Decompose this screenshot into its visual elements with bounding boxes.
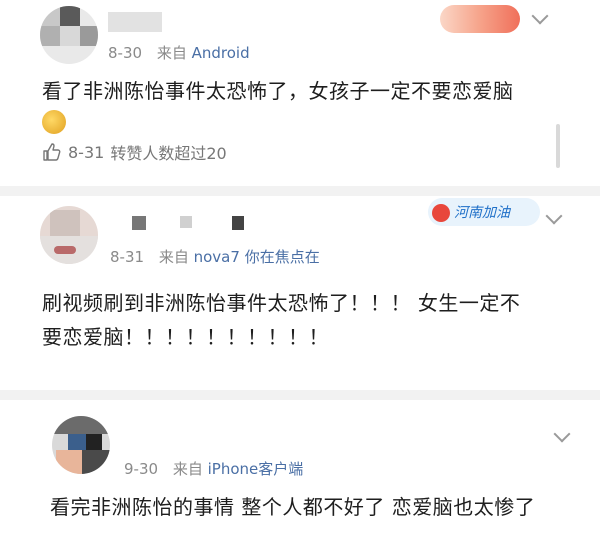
comment-date: 8-31 [110, 248, 145, 266]
username-blurred[interactable] [108, 12, 162, 32]
source-prefix: 来自 [172, 460, 203, 478]
emoji-icon [42, 110, 66, 134]
source-link[interactable]: iPhone客户端 [208, 460, 304, 478]
scrollbar[interactable] [556, 124, 560, 168]
source-link[interactable]: nova7 你在焦点在 [194, 248, 320, 266]
comment-text-line-1: 刷视频刷到非洲陈怡事件太恐怖了！！！ 女生一定不 [42, 291, 521, 315]
repost-text: 转赞人数超过20 [110, 144, 227, 163]
chevron-down-icon[interactable] [545, 207, 563, 225]
comment-card-2: 河南加油 8-31 来自 nova7 你在焦点在 刷视频刷到非洲陈怡事件太恐怖了… [0, 196, 600, 382]
separator [0, 390, 600, 400]
comment-meta: 9-30 来自 iPhone客户端 [124, 458, 303, 479]
heart-icon [432, 204, 450, 222]
avatar[interactable] [40, 206, 98, 264]
repost-summary[interactable]: 8-31 转赞人数超过20 [42, 140, 227, 164]
badge-label: 河南加油 [454, 205, 510, 221]
source-prefix: 来自 [158, 248, 189, 266]
comment-date: 8-30 [108, 44, 143, 62]
member-badge [440, 5, 520, 33]
username-blurred-2[interactable] [180, 216, 192, 228]
comment-text: 看了非洲陈怡事件太恐怖了，女孩子一定不要恋爱脑 [42, 79, 514, 103]
comment-date: 9-30 [124, 460, 159, 478]
comment-meta: 8-30 来自 Android [108, 42, 250, 63]
username-blurred-1[interactable] [132, 216, 146, 230]
repost-date: 8-31 [68, 142, 105, 162]
comment-text: 看完非洲陈怡的事情 整个人都不好了 恋爱脑也太惨了 [50, 495, 536, 519]
comment-text-line-2: 要恋爱脑！！！！！！！！！！ [42, 325, 329, 349]
separator [0, 186, 600, 196]
chevron-down-icon[interactable] [553, 425, 571, 443]
chevron-down-icon[interactable] [531, 7, 549, 25]
avatar[interactable] [52, 416, 110, 474]
thumbs-up-icon[interactable] [42, 142, 62, 162]
source-prefix: 来自 [156, 44, 187, 62]
comment-card-3: 9-30 来自 iPhone客户端 看完非洲陈怡的事情 整个人都不好了 恋爱脑也… [0, 400, 600, 533]
avatar[interactable] [40, 6, 98, 64]
source-link[interactable]: Android [192, 44, 250, 62]
comment-card-1: 8-30 来自 Android 看了非洲陈怡事件太恐怖了，女孩子一定不要恋爱脑 … [0, 0, 600, 186]
username-blurred-3[interactable] [232, 216, 244, 230]
comment-meta: 8-31 来自 nova7 你在焦点在 [110, 246, 320, 267]
